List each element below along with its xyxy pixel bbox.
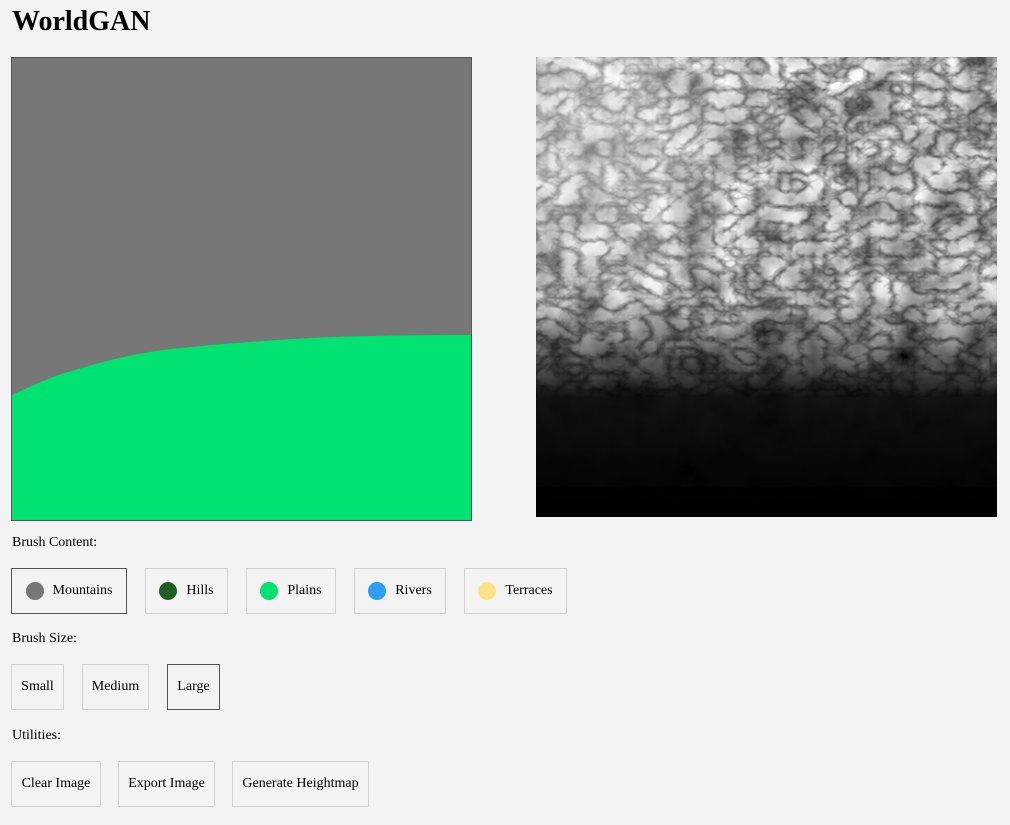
generated-heightmap-image xyxy=(536,57,997,517)
utilities-label: Utilities: xyxy=(12,728,61,743)
brush-size-large-button[interactable]: Large xyxy=(167,664,220,710)
brush-option-label: Plains xyxy=(287,583,322,598)
mountains-swatch-icon xyxy=(25,582,44,600)
clear-image-button[interactable]: Clear Image xyxy=(11,761,101,807)
brush-size-label: Brush Size: xyxy=(12,631,77,646)
brush-mountains-button[interactable]: Mountains xyxy=(11,568,127,614)
brush-plains-button[interactable]: Plains xyxy=(246,568,336,614)
brush-rivers-button[interactable]: Rivers xyxy=(354,568,446,614)
brush-size-medium-button[interactable]: Medium xyxy=(82,664,149,710)
brush-content-label: Brush Content: xyxy=(12,535,98,550)
brush-option-label: Rivers xyxy=(395,583,432,598)
brush-option-label: Terraces xyxy=(505,583,553,598)
brush-option-label: Hills xyxy=(186,583,214,598)
drawing-canvas-paint xyxy=(12,58,471,520)
export-image-button[interactable]: Export Image xyxy=(118,761,215,807)
plains-swatch-icon xyxy=(260,582,279,600)
heightmap-render xyxy=(536,57,997,517)
brush-terraces-button[interactable]: Terraces xyxy=(464,568,567,614)
brush-hills-button[interactable]: Hills xyxy=(145,568,228,614)
generate-heightmap-button[interactable]: Generate Heightmap xyxy=(232,761,369,807)
drawing-canvas[interactable] xyxy=(11,57,472,521)
terraces-swatch-icon xyxy=(478,582,497,600)
app-title: WorldGAN xyxy=(12,6,151,37)
rivers-swatch-icon xyxy=(368,582,387,600)
brush-option-label: Mountains xyxy=(52,583,113,598)
brush-size-small-button[interactable]: Small xyxy=(11,664,64,710)
hills-swatch-icon xyxy=(159,582,178,600)
